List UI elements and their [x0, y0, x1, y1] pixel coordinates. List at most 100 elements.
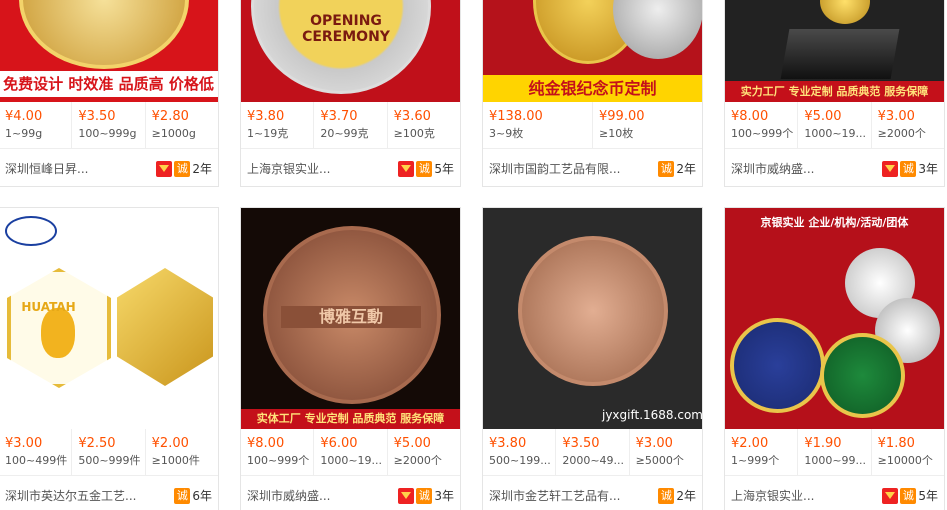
price: ¥1.80 — [877, 436, 915, 451]
quantity-range: 100~999个 — [731, 127, 794, 140]
price: ¥3.50 — [562, 436, 600, 451]
quantity-range: ≥100克 — [393, 127, 435, 140]
product-image[interactable]: 京银实业 企业/机构/活动/团体 — [725, 208, 944, 429]
product-image[interactable]: 实力工厂 专业定制 品质典范 服务保障 — [725, 0, 944, 102]
quantity-range: ≥2000个 — [393, 454, 442, 467]
product-card[interactable]: OPENING CEREMONY ¥3.80 1~19克 ¥3.70 20~99克 … — [240, 0, 461, 187]
product-image[interactable]: OPENING CEREMONY — [241, 0, 460, 102]
product-card[interactable]: 实力工厂 专业定制 品质典范 服务保障 ¥8.00 100~999个 ¥5.00 1… — [724, 0, 945, 187]
quantity-range: 1~999个 — [731, 454, 780, 467]
cheng-badge-icon: 诚 — [658, 487, 675, 504]
quantity-range: ≥5000个 — [635, 454, 684, 467]
quantity-range: 1000~99... — [804, 454, 867, 467]
price-tiers: ¥2.00 1~999个 ¥1.90 1000~99... ¥1.80 ≥10000个 — [725, 429, 944, 475]
price: ¥2.00 — [151, 436, 189, 451]
price-tiers: ¥8.00 100~999个 ¥5.00 1000~19... ¥3.00 ≥2000… — [725, 102, 944, 148]
company-link[interactable]: 深圳市英达尔五金工艺... — [5, 487, 172, 504]
quantity-range: 500~999件 — [78, 454, 141, 467]
quantity-range: ≥1000件 — [151, 454, 200, 467]
price-tier: ¥3.60 ≥100克 — [388, 102, 460, 148]
promo-banner: 免费设计 时效准 品质高 价格低 — [0, 71, 218, 97]
brand-logo — [5, 216, 57, 246]
price-tier: ¥5.00 ≥2000个 — [388, 429, 460, 475]
quantity-range: 2000~49... — [562, 454, 625, 467]
price-tier: ¥3.50 2000~49... — [556, 429, 630, 475]
coin-graphic — [19, 0, 189, 69]
quantity-range: 3~9枚 — [489, 127, 524, 140]
product-image[interactable]: 免费设计 时效准 品质高 价格低 — [0, 0, 218, 102]
quantity-range: ≥1000g — [151, 127, 196, 140]
seller-footer: 上海京银实业... 诚 5年 — [725, 475, 944, 510]
price-tier: ¥3.00 100~499件 — [0, 429, 73, 475]
price: ¥8.00 — [247, 436, 285, 451]
price: ¥5.00 — [393, 436, 431, 451]
product-card[interactable]: 纯金银纪念币定制 ¥138.00 3~9枚 ¥99.00 ≥10枚 深圳市国韵工艺品… — [482, 0, 703, 187]
member-years: 3年 — [918, 162, 938, 176]
product-image[interactable]: jyxgift.1688.com — [483, 208, 702, 429]
price-tiers: ¥3.00 100~499件 ¥2.50 500~999件 ¥2.00 ≥1000件 — [0, 429, 218, 475]
price-tiers: ¥138.00 3~9枚 ¥99.00 ≥10枚 — [483, 102, 702, 148]
product-image[interactable]: 纯金银纪念币定制 — [483, 0, 702, 102]
price: ¥3.60 — [393, 109, 431, 124]
quantity-range: 1000~19... — [804, 127, 867, 140]
product-card[interactable]: 京银实业 企业/机构/活动/团体 ¥2.00 1~999个 ¥1.90 1000~9… — [724, 207, 945, 510]
price: ¥3.00 — [5, 436, 43, 451]
price: ¥2.80 — [151, 109, 189, 124]
product-card[interactable]: 博雅互動 实体工厂 专业定制 品质典范 服务保障 ¥8.00 100~999个 ¥… — [240, 207, 461, 510]
price: ¥3.80 — [489, 436, 527, 451]
member-years: 2年 — [676, 162, 696, 176]
coin-graphic — [613, 0, 702, 59]
price-tiers: ¥3.80 1~19克 ¥3.70 20~99克 ¥3.60 ≥100克 — [241, 102, 460, 148]
promo-banner: 纯金银纪念币定制 — [483, 75, 702, 102]
member-years: 6年 — [192, 489, 212, 503]
quantity-range: 500~199... — [489, 454, 551, 467]
price: ¥3.00 — [877, 109, 915, 124]
price: ¥1.90 — [804, 436, 842, 451]
quantity-range: 1000~19... — [320, 454, 383, 467]
price: ¥6.00 — [320, 436, 358, 451]
coin-graphic — [820, 333, 905, 418]
product-card[interactable]: HUATAH ¥3.00 100~499件 ¥2.50 500~999件 ¥2.00… — [0, 207, 219, 510]
quantity-range: 20~99克 — [320, 127, 369, 140]
product-card[interactable]: jyxgift.1688.com ¥3.80 500~199... ¥3.50 20… — [482, 207, 703, 510]
seller-footer: 深圳市国韵工艺品有限... 诚 2年 — [483, 148, 702, 186]
company-link[interactable]: 深圳市国韵工艺品有限... — [489, 160, 656, 177]
company-link[interactable]: 深圳市威纳盛... — [247, 487, 396, 504]
price: ¥3.50 — [78, 109, 116, 124]
member-years: 3年 — [434, 489, 454, 503]
quantity-range: 1~19克 — [247, 127, 289, 140]
cheng-badge-icon: 诚 — [416, 160, 433, 177]
quantity-range: ≥10000个 — [877, 454, 933, 467]
price: ¥138.00 — [489, 109, 543, 124]
member-years: 2年 — [192, 162, 212, 176]
price-tier: ¥4.00 1~99g — [0, 102, 73, 148]
company-link[interactable]: 深圳恒峰日昇... — [5, 160, 154, 177]
cheng-badge-icon: 诚 — [416, 487, 433, 504]
price-tier: ¥6.00 1000~19... — [314, 429, 388, 475]
member-years: 5年 — [918, 489, 938, 503]
price-tier: ¥3.00 ≥2000个 — [872, 102, 944, 148]
price-tiers: ¥3.80 500~199... ¥3.50 2000~49... ¥3.00 ≥50… — [483, 429, 702, 475]
product-image[interactable]: 博雅互動 实体工厂 专业定制 品质典范 服务保障 — [241, 208, 460, 429]
price-tier: ¥8.00 100~999个 — [725, 102, 799, 148]
price-tier: ¥8.00 100~999个 — [241, 429, 315, 475]
product-card[interactable]: 免费设计 时效准 品质高 价格低 ¥4.00 1~99g ¥3.50 100~999… — [0, 0, 219, 187]
company-link[interactable]: 深圳市金艺轩工艺品有... — [489, 487, 656, 504]
product-image[interactable]: HUATAH — [0, 208, 218, 429]
cheng-badge-icon: 诚 — [900, 487, 917, 504]
price: ¥2.50 — [78, 436, 116, 451]
member-years: 5年 — [434, 162, 454, 176]
promo-banner: 实体工厂 专业定制 品质典范 服务保障 — [241, 409, 460, 429]
price-tier: ¥2.00 1~999个 — [725, 429, 799, 475]
price-tiers: ¥4.00 1~99g ¥3.50 100~999g ¥2.80 ≥1000g — [0, 102, 218, 148]
company-link[interactable]: 上海京银实业... — [731, 487, 880, 504]
price-tier: ¥3.00 ≥5000个 — [630, 429, 702, 475]
price-tier: ¥1.90 1000~99... — [798, 429, 872, 475]
cheng-badge-icon: 诚 — [900, 160, 917, 177]
seller-footer: 深圳市英达尔五金工艺... 诚 6年 — [0, 475, 218, 510]
brand-header: 京银实业 企业/机构/活动/团体 — [760, 216, 909, 229]
quantity-range: 100~499件 — [5, 454, 68, 467]
quantity-range: ≥10枚 — [599, 127, 634, 140]
company-link[interactable]: 上海京银实业... — [247, 160, 396, 177]
company-link[interactable]: 深圳市威纳盛... — [731, 160, 880, 177]
